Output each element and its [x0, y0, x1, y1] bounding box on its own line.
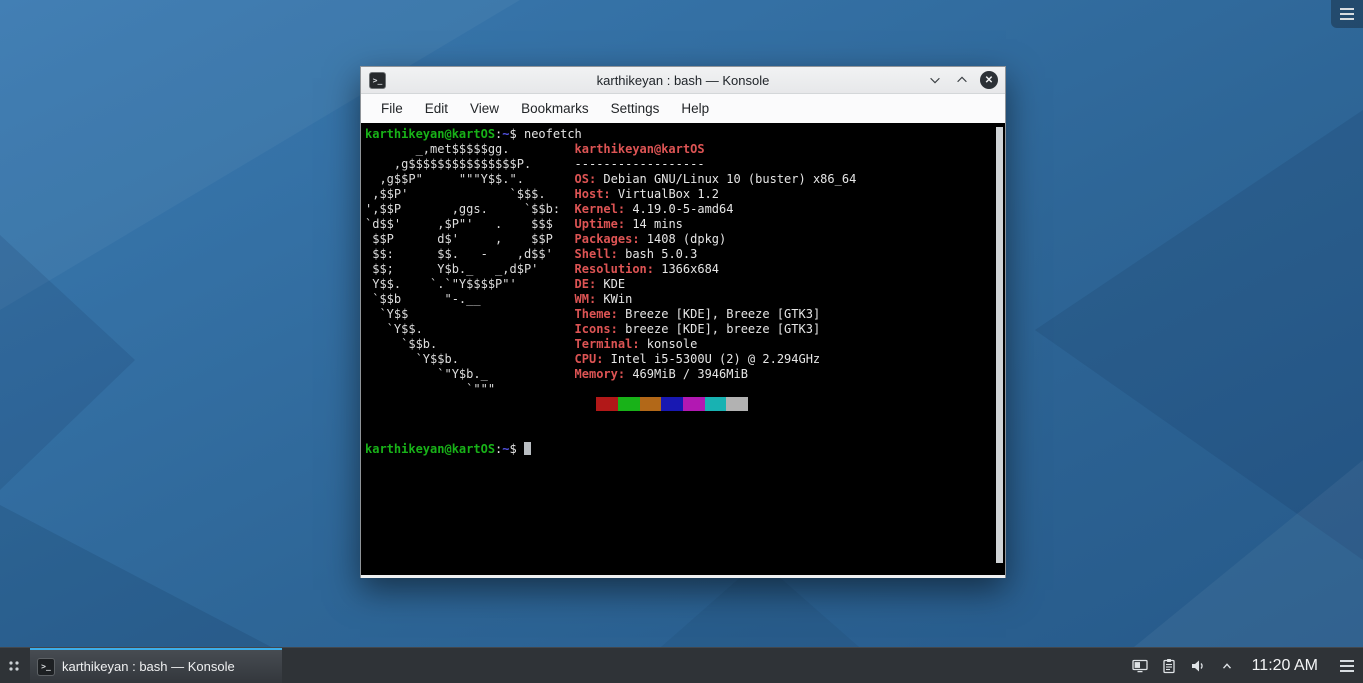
- terminal-line: `$$b "-.__ WM: KWin: [365, 292, 633, 306]
- ansi-color-swatch: [574, 397, 597, 411]
- display-settings-icon[interactable]: [1130, 656, 1150, 676]
- terminal-line: $$: $$. - ,d$$' Shell: bash 5.0.3: [365, 247, 698, 261]
- konsole-icon: >_: [37, 657, 55, 676]
- minimize-button[interactable]: [926, 71, 944, 89]
- terminal-line: karthikeyan@kartOS:~$: [365, 442, 993, 457]
- menu-bar: File Edit View Bookmarks Settings Help: [361, 94, 1005, 123]
- hamburger-icon: [1340, 8, 1354, 20]
- terminal-line: `Y$$ Theme: Breeze [KDE], Breeze [GTK3]: [365, 307, 821, 321]
- close-button[interactable]: ✕: [980, 71, 998, 89]
- ansi-color-swatch: [617, 397, 640, 411]
- menu-view[interactable]: View: [459, 94, 510, 123]
- terminal-line: _,met$$$$$gg. karthikeyan@kartOS: [365, 142, 705, 156]
- task-label: karthikeyan : bash — Konsole: [62, 659, 235, 674]
- menu-edit[interactable]: Edit: [414, 94, 459, 123]
- maximize-button[interactable]: [953, 71, 971, 89]
- ansi-color-swatch: [661, 397, 683, 411]
- terminal-line: `Y$$. Icons: breeze [KDE], breeze [GTK3]: [365, 322, 821, 336]
- ansi-color-swatch: [596, 397, 618, 411]
- taskbar: >_ karthikeyan : bash — Konsole 11:20 AM: [0, 647, 1363, 683]
- ansi-color-swatch: [682, 397, 705, 411]
- konsole-window: >_ karthikeyan : bash — Konsole ✕ File E…: [360, 66, 1006, 578]
- terminal-line: `$$b. Terminal: konsole: [365, 337, 698, 351]
- volume-icon[interactable]: [1188, 656, 1208, 676]
- scrollbar-thumb[interactable]: [996, 127, 1003, 563]
- menu-settings[interactable]: Settings: [600, 94, 671, 123]
- panel-menu-button[interactable]: [1337, 656, 1357, 676]
- terminal-output: karthikeyan@kartOS:~$ neofetch _,met$$$$…: [365, 127, 993, 457]
- terminal-line: `d$$' ,$P"' . $$$ Uptime: 14 mins: [365, 217, 683, 231]
- chevron-down-icon: [930, 77, 940, 84]
- dots-icon: [9, 660, 19, 671]
- hamburger-icon: [1340, 659, 1354, 672]
- task-button-konsole[interactable]: >_ karthikeyan : bash — Konsole: [30, 648, 282, 683]
- terminal-line: $$; Y$b._ _,d$P' Resolution: 1366x684: [365, 262, 720, 276]
- menu-file[interactable]: File: [370, 94, 414, 123]
- terminal-cursor: [523, 442, 531, 455]
- desktop-toolbox-button[interactable]: [1331, 0, 1363, 28]
- tray-expand-button[interactable]: [1217, 656, 1237, 676]
- menu-help[interactable]: Help: [670, 94, 720, 123]
- terminal-area[interactable]: karthikeyan@kartOS:~$ neofetch _,met$$$$…: [361, 123, 1005, 575]
- terminal-line: karthikeyan@kartOS:~$ neofetch: [365, 127, 582, 141]
- clipboard-icon[interactable]: [1159, 656, 1179, 676]
- ansi-color-swatch: [704, 397, 727, 411]
- konsole-icon: >_: [369, 72, 386, 89]
- desktop: >_ karthikeyan : bash — Konsole ✕ File E…: [0, 0, 1363, 683]
- terminal-line: ,g$$P" """Y$$.". OS: Debian GNU/Linux 10…: [365, 172, 857, 186]
- terminal-line: ,$$P' `$$$. Host: VirtualBox 1.2: [365, 187, 720, 201]
- ansi-color-swatch: [639, 397, 662, 411]
- terminal-line: `Y$$b. CPU: Intel i5-5300U (2) @ 2.294GH…: [365, 352, 821, 366]
- terminal-line: Y$$. `.`"Y$$$$P"' DE: KDE: [365, 277, 626, 291]
- window-title: karthikeyan : bash — Konsole: [596, 72, 770, 88]
- chevron-up-icon: [957, 76, 967, 83]
- terminal-line: ,g$$$$$$$$$$$$$$$P. ------------------: [365, 157, 705, 171]
- caret-up-icon: [1222, 662, 1231, 669]
- window-frame-bottom: [361, 575, 1005, 578]
- scrollbar[interactable]: [995, 125, 1004, 571]
- clock[interactable]: 11:20 AM: [1252, 657, 1318, 675]
- terminal-line: [365, 397, 993, 412]
- terminal-line: `""": [365, 382, 575, 396]
- activity-pager-icon[interactable]: [0, 648, 28, 683]
- ansi-color-swatch: [726, 397, 748, 411]
- window-titlebar[interactable]: >_ karthikeyan : bash — Konsole ✕: [361, 67, 1005, 94]
- terminal-line: ',$$P ,ggs. `$$b: Kernel: 4.19.0-5-amd64: [365, 202, 734, 216]
- system-tray: 11:20 AM: [1130, 648, 1363, 683]
- menu-bookmarks[interactable]: Bookmarks: [510, 94, 600, 123]
- terminal-line: `"Y$b._ Memory: 469MiB / 3946MiB: [365, 367, 748, 381]
- terminal-line: $$P d$' , $$P Packages: 1408 (dpkg): [365, 232, 727, 246]
